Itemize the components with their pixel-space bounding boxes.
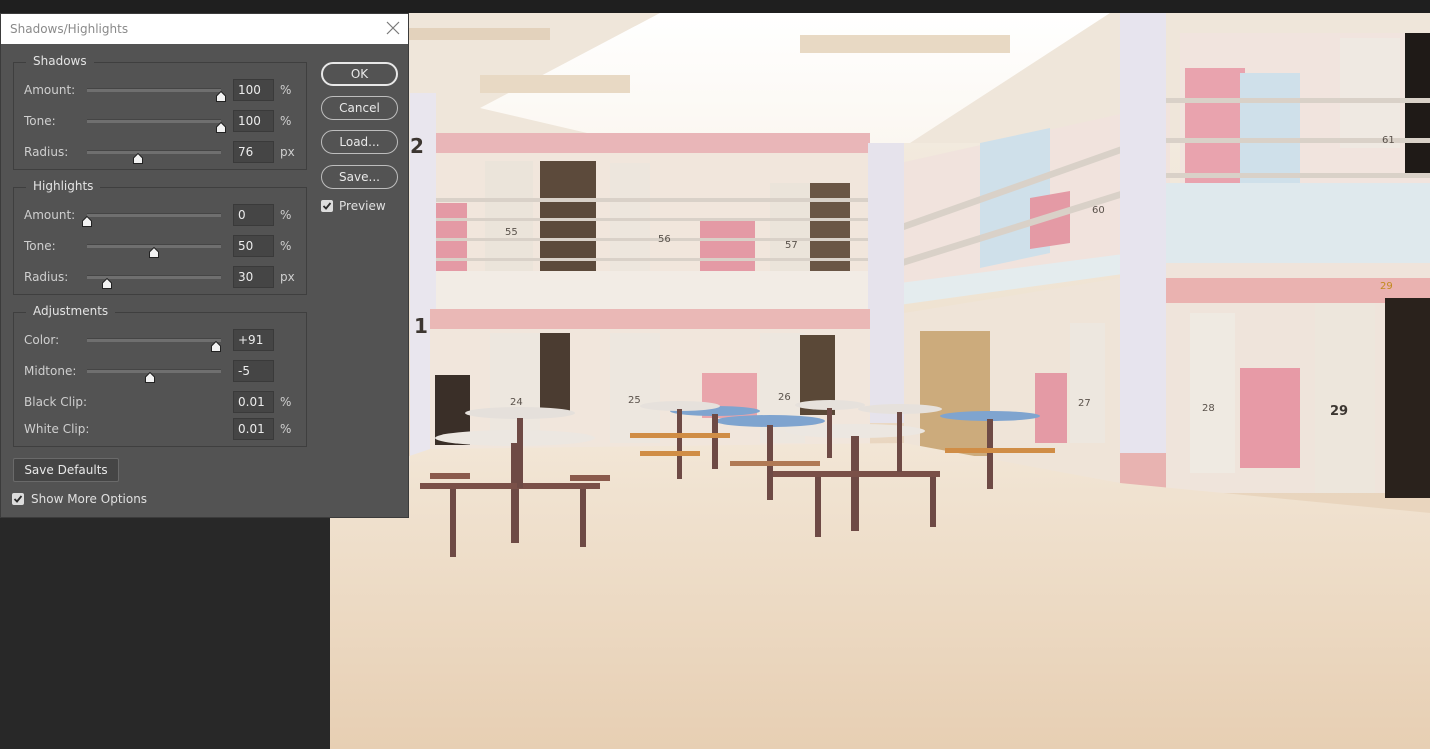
shadows-amount-input[interactable]: 100 <box>233 79 274 101</box>
shadows-tone-slider[interactable] <box>87 119 226 133</box>
white-clip-input[interactable]: 0.01 <box>233 418 274 440</box>
highlights-tone-input[interactable]: 50 <box>233 235 274 257</box>
slider-thumb-icon[interactable] <box>82 216 92 227</box>
white-clip-unit: % <box>280 422 292 436</box>
slider-thumb-icon[interactable] <box>102 278 113 289</box>
preview-label: Preview <box>339 199 386 213</box>
preview-checkbox[interactable] <box>321 200 333 212</box>
shadows-group-title: Shadows <box>26 54 94 68</box>
black-clip-input[interactable]: 0.01 <box>233 391 274 413</box>
adjustments-black-clip-row: Black Clip: 0.01 % <box>14 391 306 415</box>
highlights-tone-row: Tone: 50 % <box>14 235 306 259</box>
wall-number: 2 <box>410 134 424 158</box>
shadows-tone-label: Tone: <box>24 114 56 128</box>
dialog-titlebar[interactable]: Shadows/Highlights <box>1 14 408 44</box>
shadows-radius-unit: px <box>280 145 295 159</box>
ok-button[interactable]: OK <box>321 62 398 86</box>
adjustments-midtone-row: Midtone: -5 <box>14 360 306 384</box>
adjustments-midtone-input[interactable]: -5 <box>233 360 274 382</box>
highlights-amount-row: Amount: 0 % <box>14 204 306 228</box>
shadows-radius-slider[interactable] <box>87 150 221 164</box>
highlights-amount-slider[interactable] <box>82 213 221 227</box>
slider-thumb-icon[interactable] <box>144 372 155 383</box>
cell-number: 60 <box>1092 205 1105 216</box>
dialog-title: Shadows/Highlights <box>10 22 129 36</box>
cell-number: 29 <box>1380 281 1393 292</box>
adjustments-color-row: Color: +91 <box>14 329 306 353</box>
slider-thumb-icon[interactable] <box>132 153 143 164</box>
cell-number: 57 <box>785 240 798 251</box>
adjustments-color-input[interactable]: +91 <box>233 329 274 351</box>
adjustments-group-title: Adjustments <box>26 304 116 318</box>
highlights-tone-label: Tone: <box>24 239 56 253</box>
shadows-radius-label: Radius: <box>24 145 69 159</box>
slider-thumb-icon[interactable] <box>210 341 221 352</box>
show-more-options-label: Show More Options <box>31 492 148 506</box>
highlights-radius-input[interactable]: 30 <box>233 266 274 288</box>
highlights-radius-label: Radius: <box>24 270 69 284</box>
cell-number: 24 <box>510 397 523 408</box>
cell-number: 61 <box>1382 135 1395 146</box>
shadows-highlights-dialog: Shadows/Highlights Shadows Amount: 100 %… <box>0 13 409 518</box>
highlights-tone-unit: % <box>280 239 292 253</box>
shadows-radius-row: Radius: 76 px <box>14 141 306 165</box>
cell-number: 55 <box>505 227 518 238</box>
slider-thumb-icon[interactable] <box>216 91 226 102</box>
save-button[interactable]: Save... <box>321 165 398 189</box>
highlights-amount-unit: % <box>280 208 292 222</box>
white-clip-label: White Clip: <box>24 422 90 436</box>
photo-illustration: 2 1 55 56 57 24 25 26 27 28 29 29 61 60 <box>330 13 1430 749</box>
slider-thumb-icon[interactable] <box>216 122 226 133</box>
slider-thumb-icon[interactable] <box>149 247 159 258</box>
highlights-amount-input[interactable]: 0 <box>233 204 274 226</box>
black-clip-label: Black Clip: <box>24 395 87 409</box>
highlights-amount-label: Amount: <box>24 208 76 222</box>
adjustments-midtone-label: Midtone: <box>24 364 77 378</box>
adjustments-color-label: Color: <box>24 333 60 347</box>
cell-number: 29 <box>1330 404 1348 419</box>
adjustments-white-clip-row: White Clip: 0.01 % <box>14 418 306 442</box>
wall-number: 1 <box>414 314 428 338</box>
save-defaults-button[interactable]: Save Defaults <box>13 458 119 482</box>
load-button[interactable]: Load... <box>321 130 398 154</box>
adjustments-color-slider[interactable] <box>87 338 221 352</box>
adjustments-midtone-slider[interactable] <box>87 369 221 383</box>
cell-number: 56 <box>658 234 671 245</box>
highlights-radius-row: Radius: 30 px <box>14 266 306 290</box>
cancel-button[interactable]: Cancel <box>321 96 398 120</box>
close-icon[interactable] <box>384 19 402 37</box>
shadows-radius-input[interactable]: 76 <box>233 141 274 163</box>
black-clip-unit: % <box>280 395 292 409</box>
checkmark-icon <box>13 495 23 503</box>
shadows-amount-unit: % <box>280 83 292 97</box>
shadows-amount-slider[interactable] <box>87 88 226 102</box>
highlights-group: Highlights Amount: 0 % Tone: 50 % Radius… <box>13 179 307 295</box>
adjustments-group: Adjustments Color: +91 Midtone: -5 Black… <box>13 304 307 447</box>
highlights-radius-slider[interactable] <box>87 275 221 289</box>
app-top-strip <box>0 0 1430 13</box>
highlights-radius-unit: px <box>280 270 295 284</box>
shadows-amount-row: Amount: 100 % <box>14 79 306 103</box>
highlights-tone-slider[interactable] <box>87 244 221 258</box>
shadows-tone-row: Tone: 100 % <box>14 110 306 134</box>
cell-number: 25 <box>628 395 641 406</box>
cell-number: 28 <box>1202 403 1215 414</box>
shadows-tone-unit: % <box>280 114 292 128</box>
cell-number: 27 <box>1078 398 1091 409</box>
shadows-group: Shadows Amount: 100 % Tone: 100 % Radius… <box>13 54 307 170</box>
cell-number: 26 <box>778 392 791 403</box>
checkmark-icon <box>322 202 332 210</box>
shadows-tone-input[interactable]: 100 <box>233 110 274 132</box>
image-canvas[interactable]: 2 1 55 56 57 24 25 26 27 28 29 29 61 60 <box>330 13 1430 749</box>
show-more-options-checkbox[interactable] <box>12 493 24 505</box>
highlights-group-title: Highlights <box>26 179 101 193</box>
shadows-amount-label: Amount: <box>24 83 76 97</box>
